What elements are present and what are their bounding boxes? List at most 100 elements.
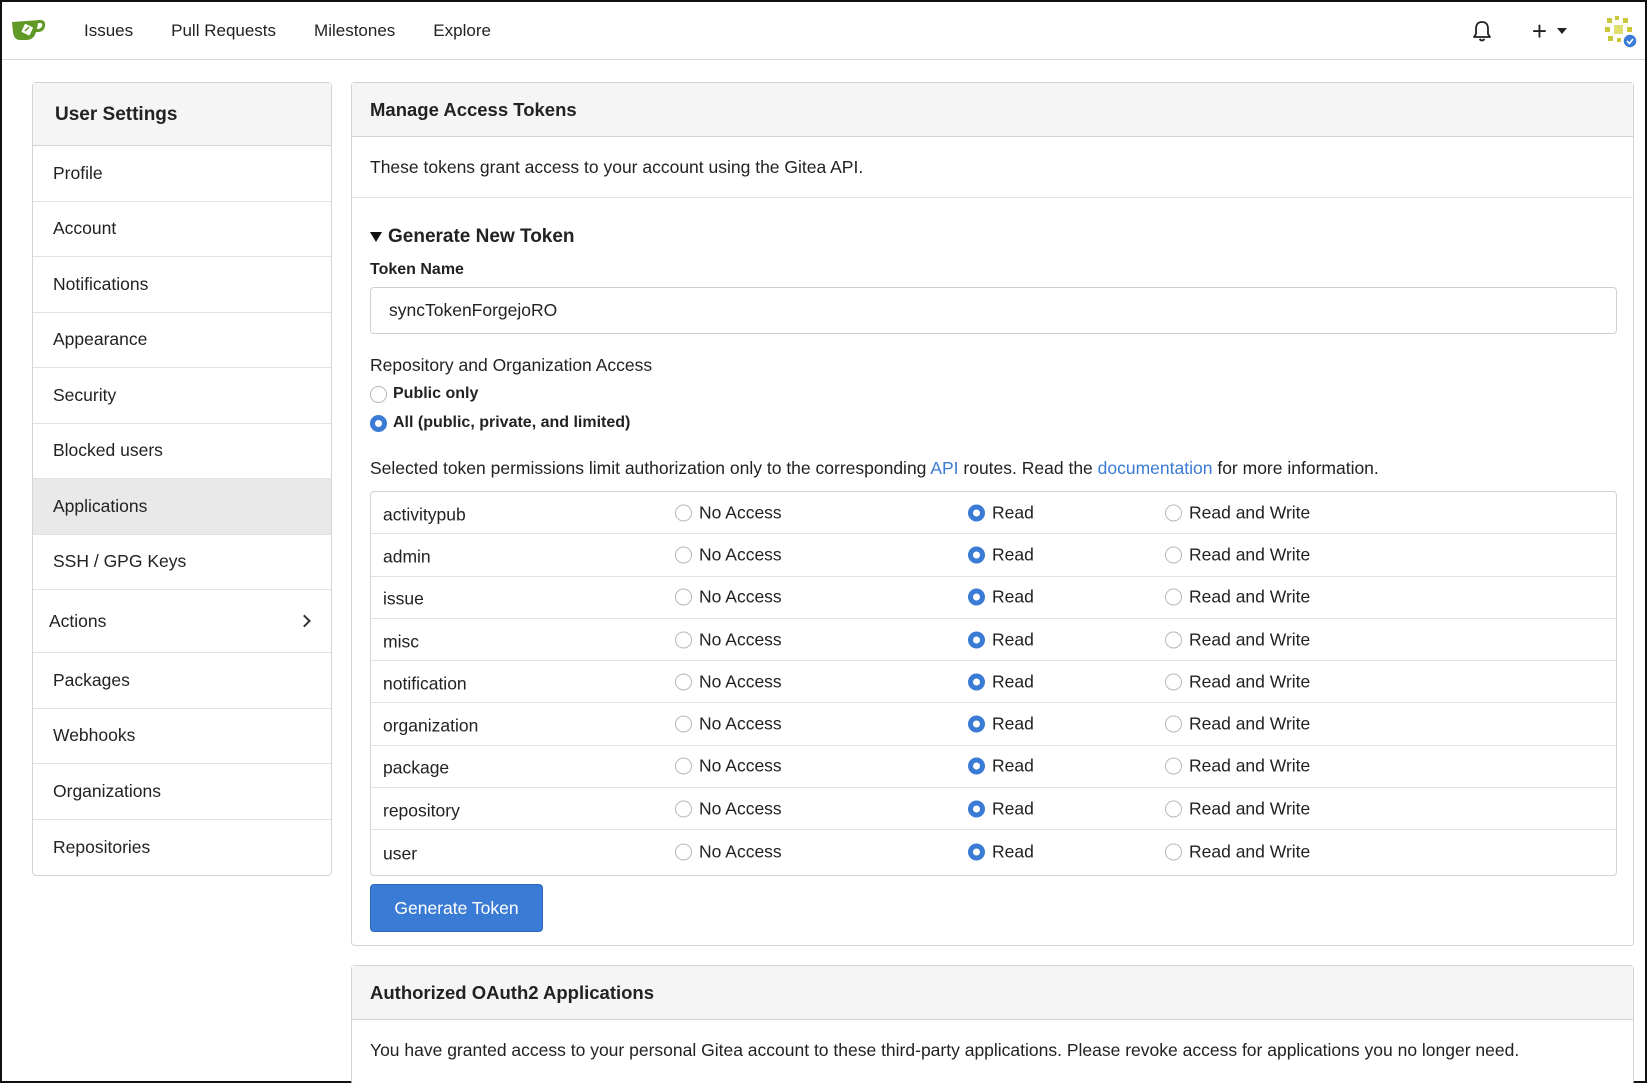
- generate-token-toggle[interactable]: Generate New Token: [370, 226, 575, 248]
- radio-no-access[interactable]: [675, 757, 692, 775]
- permission-option-read[interactable]: Read: [968, 629, 1034, 650]
- sidebar-item-appearance[interactable]: Appearance: [33, 313, 331, 368]
- permission-option-no-access[interactable]: No Access: [675, 544, 782, 565]
- radio-no-access[interactable]: [675, 843, 692, 861]
- permission-option-read-and-write[interactable]: Read and Write: [1165, 714, 1310, 735]
- permission-option-label: No Access: [699, 755, 782, 776]
- chevron-right-icon: [298, 614, 311, 628]
- sidebar-item-organizations[interactable]: Organizations: [33, 764, 331, 820]
- radio-no-access[interactable]: [675, 715, 692, 733]
- permission-option-read[interactable]: Read: [968, 544, 1034, 565]
- radio-read[interactable]: [968, 757, 985, 775]
- permission-option-read-and-write[interactable]: Read and Write: [1165, 544, 1310, 565]
- radio-no-access[interactable]: [675, 631, 692, 649]
- permission-option-read-and-write[interactable]: Read and Write: [1165, 502, 1310, 523]
- permission-option-no-access[interactable]: No Access: [675, 502, 782, 523]
- permission-option-label: Read: [992, 798, 1034, 819]
- radio-all[interactable]: [370, 414, 387, 432]
- generate-token-button[interactable]: Generate Token: [370, 884, 543, 932]
- permission-option-no-access[interactable]: No Access: [675, 587, 782, 608]
- bell-icon[interactable]: [1470, 19, 1494, 43]
- permission-option-read-and-write[interactable]: Read and Write: [1165, 841, 1310, 862]
- permission-option-no-access[interactable]: No Access: [675, 798, 782, 819]
- access-public-only-option[interactable]: Public only: [370, 385, 478, 403]
- permission-option-label: Read and Write: [1189, 671, 1311, 692]
- radio-no-access[interactable]: [675, 800, 692, 818]
- access-tokens-title: Manage Access Tokens: [352, 83, 1633, 137]
- token-name-input[interactable]: [370, 287, 1617, 334]
- permission-option-read-and-write[interactable]: Read and Write: [1165, 756, 1310, 777]
- sidebar-item-account[interactable]: Account: [33, 202, 331, 257]
- permission-row-admin: admin No Access Read Read and Write: [371, 534, 1616, 577]
- permission-option-read[interactable]: Read: [968, 756, 1034, 777]
- permission-option-read[interactable]: Read: [968, 841, 1034, 862]
- sidebar-item-profile[interactable]: Profile: [33, 146, 331, 202]
- permission-option-read-and-write[interactable]: Read and Write: [1165, 798, 1310, 819]
- avatar[interactable]: [1603, 14, 1637, 48]
- nav-explore[interactable]: Explore: [433, 21, 491, 41]
- radio-read[interactable]: [968, 588, 985, 606]
- radio-read-and-write[interactable]: [1165, 843, 1182, 861]
- radio-read-and-write[interactable]: [1165, 673, 1182, 691]
- sidebar-item-blocked-users[interactable]: Blocked users: [33, 424, 331, 479]
- nav-milestones[interactable]: Milestones: [314, 21, 395, 41]
- permission-row-user: user No Access Read Read and Write: [371, 830, 1616, 872]
- radio-read[interactable]: [968, 673, 985, 691]
- radio-read[interactable]: [968, 843, 985, 861]
- radio-read[interactable]: [968, 546, 985, 564]
- radio-no-access[interactable]: [675, 673, 692, 691]
- permission-option-read[interactable]: Read: [968, 587, 1034, 608]
- gitea-logo-icon[interactable]: [10, 16, 48, 44]
- permissions-note-text: Selected token permissions limit authori…: [370, 458, 931, 478]
- documentation-link[interactable]: documentation: [1098, 458, 1213, 478]
- permission-option-read[interactable]: Read: [968, 502, 1034, 523]
- radio-read-and-write[interactable]: [1165, 504, 1182, 522]
- sidebar-item-security[interactable]: Security: [33, 368, 331, 424]
- radio-no-access[interactable]: [675, 546, 692, 564]
- radio-read-and-write[interactable]: [1165, 800, 1182, 818]
- permission-option-label: No Access: [699, 502, 782, 523]
- permission-option-no-access[interactable]: No Access: [675, 756, 782, 777]
- radio-public-only[interactable]: [370, 385, 387, 403]
- permission-option-no-access[interactable]: No Access: [675, 841, 782, 862]
- sidebar-item-notifications[interactable]: Notifications: [33, 257, 331, 313]
- token-name-label: Token Name: [370, 261, 464, 278]
- radio-read[interactable]: [968, 715, 985, 733]
- permission-option-label: Read: [992, 544, 1034, 565]
- sidebar-item-ssh-gpg-keys[interactable]: SSH / GPG Keys: [33, 535, 331, 590]
- radio-read[interactable]: [968, 631, 985, 649]
- permission-option-label: Read: [992, 671, 1034, 692]
- create-menu-button[interactable]: +: [1532, 18, 1567, 44]
- sidebar-item-webhooks[interactable]: Webhooks: [33, 709, 331, 764]
- api-link[interactable]: API: [930, 458, 958, 478]
- permission-row-issue: issue No Access Read Read and Write: [371, 577, 1616, 619]
- permission-name: activitypub: [383, 504, 466, 525]
- permission-option-no-access[interactable]: No Access: [675, 629, 782, 650]
- radio-read[interactable]: [968, 504, 985, 522]
- radio-read-and-write[interactable]: [1165, 588, 1182, 606]
- nav-pull-requests[interactable]: Pull Requests: [171, 21, 276, 41]
- permission-option-no-access[interactable]: No Access: [675, 671, 782, 692]
- sidebar-item-packages[interactable]: Packages: [33, 653, 331, 709]
- nav-issues[interactable]: Issues: [84, 21, 133, 41]
- radio-read-and-write[interactable]: [1165, 546, 1182, 564]
- sidebar-item-actions[interactable]: Actions: [33, 590, 331, 653]
- radio-no-access[interactable]: [675, 504, 692, 522]
- permission-option-read-and-write[interactable]: Read and Write: [1165, 587, 1310, 608]
- permission-name: admin: [383, 546, 431, 567]
- sidebar-item-applications[interactable]: Applications: [33, 479, 331, 535]
- radio-no-access[interactable]: [675, 588, 692, 606]
- radio-read-and-write[interactable]: [1165, 757, 1182, 775]
- permission-option-read-and-write[interactable]: Read and Write: [1165, 629, 1310, 650]
- permission-option-read[interactable]: Read: [968, 798, 1034, 819]
- access-all-option[interactable]: All (public, private, and limited): [370, 414, 630, 432]
- permission-option-read-and-write[interactable]: Read and Write: [1165, 671, 1310, 692]
- permission-name: issue: [383, 588, 424, 609]
- radio-read-and-write[interactable]: [1165, 715, 1182, 733]
- radio-read[interactable]: [968, 800, 985, 818]
- radio-read-and-write[interactable]: [1165, 631, 1182, 649]
- permission-option-read[interactable]: Read: [968, 671, 1034, 692]
- sidebar-item-repositories[interactable]: Repositories: [33, 820, 331, 876]
- permission-option-read[interactable]: Read: [968, 714, 1034, 735]
- permission-option-no-access[interactable]: No Access: [675, 714, 782, 735]
